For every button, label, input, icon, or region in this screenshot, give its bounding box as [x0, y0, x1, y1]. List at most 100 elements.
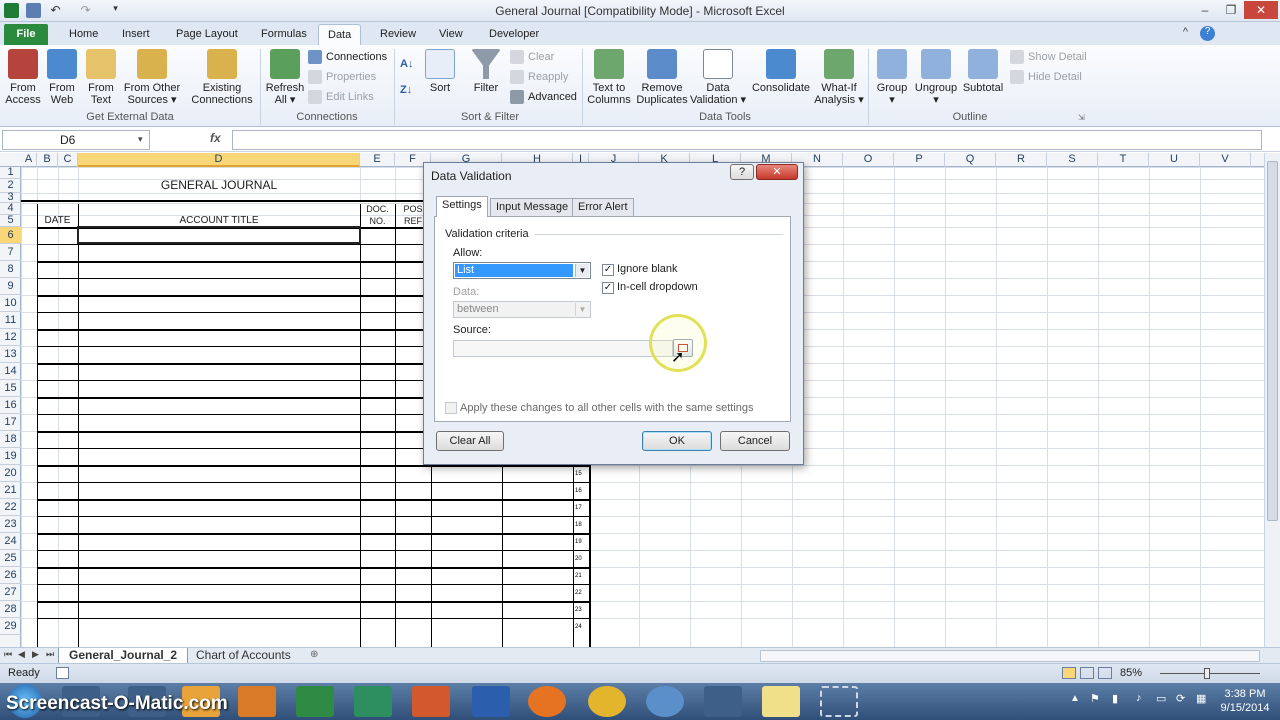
from-access-button[interactable]: From Access [4, 49, 42, 106]
what-if-analysis-button[interactable]: What-If Analysis ▾ [812, 49, 866, 106]
tab-view[interactable]: View [430, 24, 472, 45]
reapply-button[interactable]: Reapply [510, 68, 568, 86]
allow-select[interactable]: List ▼ [453, 262, 591, 279]
refresh-all-button[interactable]: Refresh All ▾ [264, 49, 306, 106]
subtotal-button[interactable]: Subtotal [960, 49, 1006, 94]
sort-button[interactable]: Sort [424, 49, 456, 94]
source-input[interactable] [453, 340, 673, 357]
tab-insert[interactable]: Insert [113, 24, 159, 45]
macro-record-icon[interactable] [56, 667, 69, 679]
in-cell-dropdown-checkbox[interactable]: ✓ [602, 282, 614, 294]
tab-file[interactable]: File [4, 24, 48, 45]
taskbar-safari-icon[interactable] [646, 686, 684, 717]
page-break-view-icon[interactable] [1098, 667, 1112, 679]
column-header-c[interactable]: C [58, 153, 78, 167]
ok-button[interactable]: OK [642, 431, 712, 451]
tab-error-alert[interactable]: Error Alert [572, 198, 634, 216]
taskbar-excel-icon[interactable] [296, 686, 334, 717]
row-header-26[interactable]: 26 [0, 567, 21, 584]
row-header-19[interactable]: 19 [0, 448, 21, 465]
dialog-launcher-icon[interactable]: ⇲ [1078, 113, 1085, 122]
tab-input-message[interactable]: Input Message [490, 198, 575, 216]
close-icon[interactable]: ✕ [1244, 1, 1278, 19]
remove-duplicates-button[interactable]: Remove Duplicates [634, 49, 690, 106]
column-header-b[interactable]: B [37, 153, 58, 167]
row-header-27[interactable]: 27 [0, 584, 21, 601]
tray-arrow-icon[interactable]: ▲ [1070, 693, 1080, 704]
tab-settings[interactable]: Settings [436, 196, 488, 217]
consolidate-button[interactable]: Consolidate [750, 49, 812, 94]
tab-page-layout[interactable]: Page Layout [167, 24, 247, 45]
existing-connections-button[interactable]: Existing Connections [190, 49, 254, 106]
row-header-6[interactable]: 6 [0, 227, 21, 244]
column-header-r[interactable]: R [996, 153, 1047, 167]
selected-cell-d6[interactable] [77, 226, 361, 244]
cancel-button[interactable]: Cancel [720, 431, 790, 451]
column-header-e[interactable]: E [360, 153, 395, 167]
sort-za-icon[interactable]: Z↓ [400, 81, 420, 99]
data-select[interactable]: between ▼ [453, 301, 591, 318]
row-header-9[interactable]: 9 [0, 278, 21, 295]
properties-button[interactable]: Properties [308, 68, 376, 86]
tab-developer[interactable]: Developer [480, 24, 548, 45]
first-sheet-icon[interactable]: ⏮ [4, 649, 12, 660]
from-web-button[interactable]: From Web [44, 49, 80, 106]
row-header-21[interactable]: 21 [0, 482, 21, 499]
taskbar-publisher-icon[interactable] [354, 686, 392, 717]
tray-display-icon[interactable]: ▭ [1156, 692, 1166, 705]
show-detail-button[interactable]: Show Detail [1010, 48, 1087, 66]
text-to-columns-button[interactable]: Text to Columns [586, 49, 632, 106]
zoom-slider-thumb[interactable] [1204, 668, 1210, 679]
taskbar-powerpoint-icon[interactable] [412, 686, 450, 717]
insert-function-icon[interactable]: fx [210, 131, 221, 145]
row-header-18[interactable]: 18 [0, 431, 21, 448]
sheet-tab-chart-of-accounts[interactable]: Chart of Accounts [186, 648, 301, 664]
taskbar-chrome-icon[interactable] [588, 686, 626, 717]
row-header-25[interactable]: 25 [0, 550, 21, 567]
next-sheet-icon[interactable]: ▶ [32, 649, 39, 660]
from-other-sources-button[interactable]: From Other Sources ▾ [121, 49, 183, 106]
taskbar-network-icon[interactable] [704, 686, 742, 717]
row-header-14[interactable]: 14 [0, 363, 21, 380]
row-header-22[interactable]: 22 [0, 499, 21, 516]
tab-formulas[interactable]: Formulas [252, 24, 316, 45]
row-header-23[interactable]: 23 [0, 516, 21, 533]
minimize-ribbon-icon[interactable]: ^ [1178, 26, 1193, 41]
vertical-scrollbar[interactable] [1264, 153, 1280, 647]
help-icon[interactable]: ? [1200, 26, 1215, 41]
column-header-q[interactable]: Q [945, 153, 996, 167]
tray-network-icon[interactable]: ▦ [1196, 692, 1206, 705]
tab-review[interactable]: Review [371, 24, 425, 45]
minimize-icon[interactable]: – [1192, 1, 1218, 19]
tab-data[interactable]: Data [318, 24, 362, 45]
row-header-13[interactable]: 13 [0, 346, 21, 363]
column-header-s[interactable]: S [1047, 153, 1098, 167]
filter-button[interactable]: Filter [470, 49, 502, 94]
row-header-12[interactable]: 12 [0, 329, 21, 346]
row-header-24[interactable]: 24 [0, 533, 21, 550]
name-box-dropdown-icon[interactable]: ▾ [138, 134, 143, 145]
zoom-level[interactable]: 85% [1120, 667, 1142, 679]
page-layout-view-icon[interactable] [1080, 667, 1094, 679]
hide-detail-button[interactable]: Hide Detail [1010, 68, 1082, 86]
row-header-10[interactable]: 10 [0, 295, 21, 312]
taskbar-screencast-icon[interactable] [820, 686, 858, 717]
taskbar-media-icon[interactable] [238, 686, 276, 717]
prev-sheet-icon[interactable]: ◀ [18, 649, 25, 660]
tray-sync-icon[interactable]: ⟳ [1176, 692, 1185, 705]
row-header-11[interactable]: 11 [0, 312, 21, 329]
column-header-v[interactable]: V [1200, 153, 1251, 167]
column-header-t[interactable]: T [1098, 153, 1149, 167]
column-header-d[interactable]: D [78, 153, 360, 167]
column-header-a[interactable]: A [21, 153, 37, 167]
row-header-8[interactable]: 8 [0, 261, 21, 278]
row-header-20[interactable]: 20 [0, 465, 21, 482]
column-header-u[interactable]: U [1149, 153, 1200, 167]
advanced-filter-button[interactable]: Advanced [510, 88, 577, 106]
taskbar-word-icon[interactable] [472, 686, 510, 717]
row-header-15[interactable]: 15 [0, 380, 21, 397]
edit-links-button[interactable]: Edit Links [308, 88, 374, 106]
row-header-29[interactable]: 29 [0, 618, 21, 635]
sort-az-icon[interactable]: A↓ [400, 55, 420, 73]
connections-button[interactable]: Connections [308, 48, 387, 66]
